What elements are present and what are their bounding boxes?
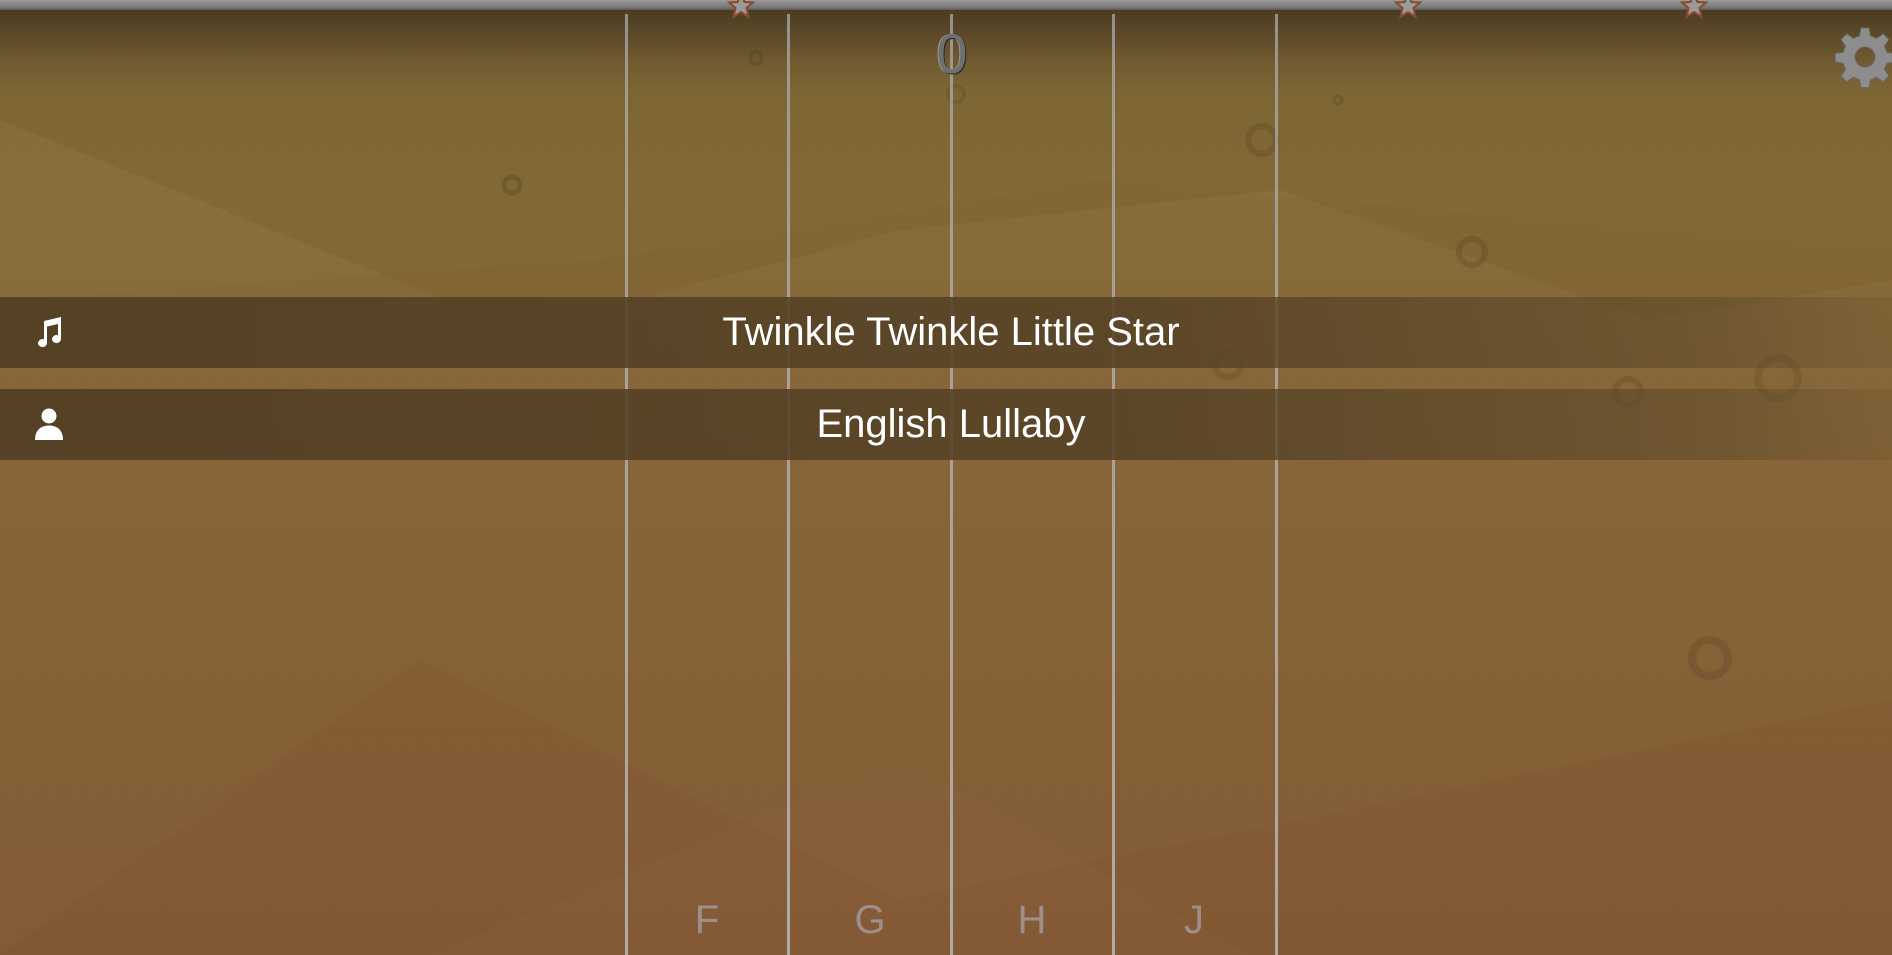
background-scenery [0, 50, 1892, 955]
song-progress-bar [0, 0, 1892, 10]
lane-divider [950, 14, 953, 955]
song-title-banner: Twinkle Twinkle Little Star [0, 297, 1892, 368]
score-counter: 0 [936, 22, 968, 85]
artist-banner: English Lullaby [0, 389, 1892, 460]
lane-key-j[interactable]: J [1164, 895, 1224, 945]
star-icon [1680, 0, 1708, 20]
gear-icon[interactable] [1834, 26, 1892, 88]
lane-divider [1112, 14, 1115, 955]
lane-key-g[interactable]: G [840, 895, 900, 945]
star-icon [1394, 0, 1422, 20]
lane-divider [625, 14, 628, 955]
lane-key-f[interactable]: F [677, 895, 737, 945]
star-icon [727, 0, 755, 20]
lane-divider [1275, 14, 1278, 955]
song-title: Twinkle Twinkle Little Star [722, 310, 1180, 354]
lane-divider [787, 14, 790, 955]
lane-key-h[interactable]: H [1002, 895, 1062, 945]
artist-name: English Lullaby [816, 402, 1086, 446]
